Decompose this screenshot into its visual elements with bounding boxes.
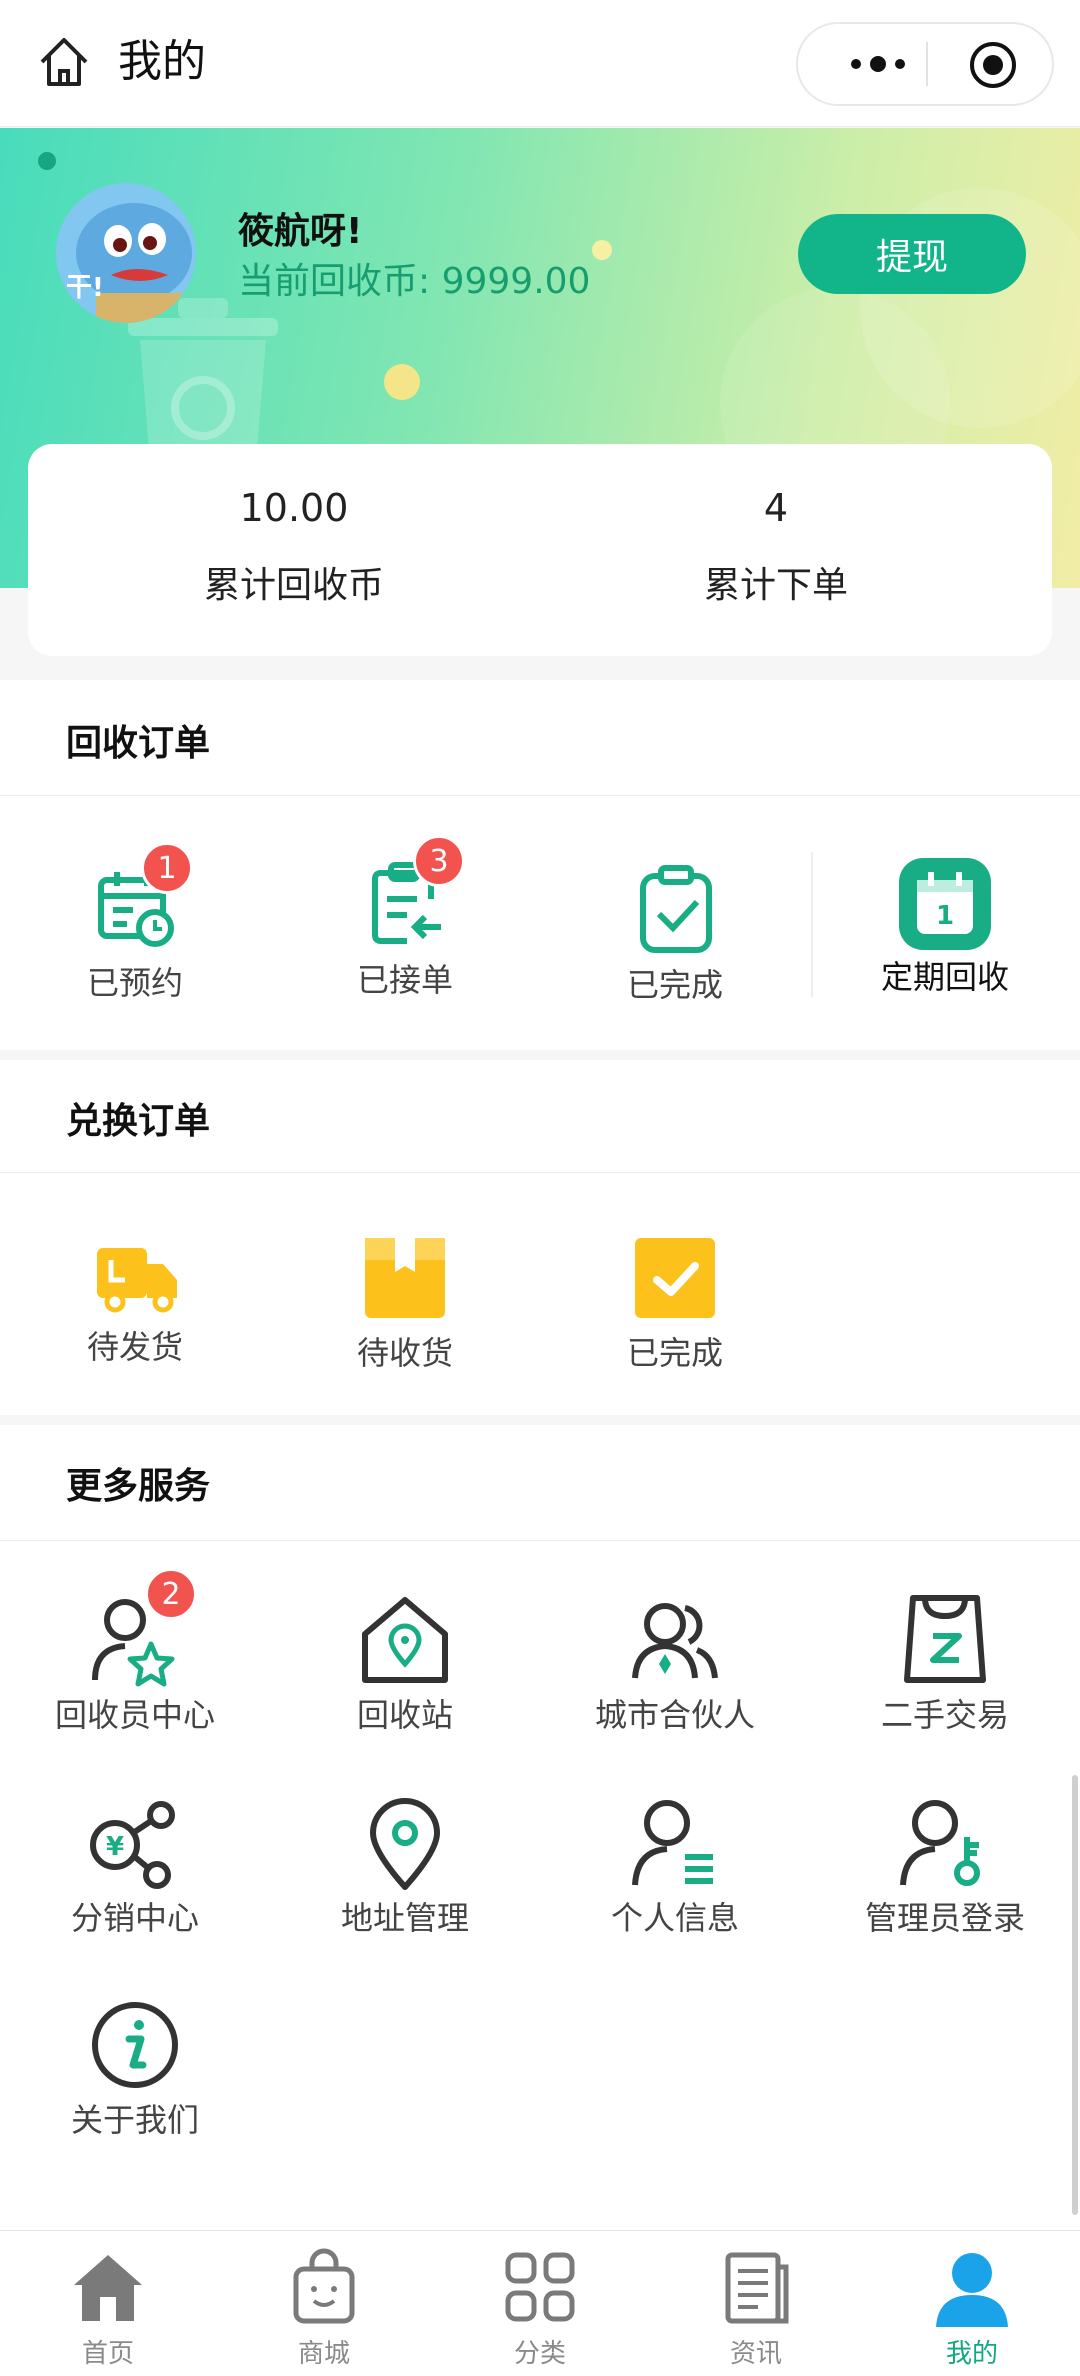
tab-label: 首页 (81, 2339, 134, 2369)
service-about-us[interactable]: 关于我们 (0, 1995, 270, 2141)
user-key-icon (900, 1800, 980, 1886)
tile-label: 定期回收 (880, 958, 1009, 996)
info-icon (92, 2002, 178, 2088)
service-admin-login[interactable]: 管理员登录 (810, 1793, 1080, 1939)
service-recycler-center[interactable]: 2 回收员中心 (0, 1568, 270, 1736)
badge: 1 (141, 842, 193, 894)
home-icon[interactable] (36, 34, 92, 90)
exchange-tile-to-ship[interactable]: 待发货 (0, 1230, 270, 1368)
tile-label: 关于我们 (70, 2101, 199, 2139)
truck-icon (97, 1248, 177, 1313)
mini-program-capsule (796, 22, 1054, 106)
tile-label: 回收站 (356, 1696, 453, 1734)
shop-bag-icon (293, 2248, 355, 2324)
avatar[interactable]: 干! (56, 183, 196, 323)
more-services-section: 更多服务 2 回收员中心 回收站 城市合伙人 二手交易 ¥ 分销中心 地址管理 … (0, 1425, 1080, 2230)
stats-card: 10.00 累计回收币 4 累计下单 (28, 444, 1052, 656)
tile-label: 已接单 (356, 961, 453, 999)
clipboard-check-icon (640, 865, 712, 953)
section-title: 更多服务 (66, 1466, 211, 1507)
section-title: 回收订单 (66, 723, 211, 764)
exchange-orders-section: 兑换订单 待发货 待收货 已完成 (0, 1060, 1080, 1415)
top-nav-bar: 我的 (0, 0, 1080, 127)
tile-label: 管理员登录 (864, 1899, 1025, 1937)
user-name: 筱航呀! (238, 211, 363, 252)
current-coins: 当前回收币: 9999.00 (238, 261, 591, 302)
recycle-orders-section: 回收订单 1 已预约 3 已接单 已完成 1 定期回收 (0, 680, 1080, 1050)
shopping-bag-icon (904, 1595, 986, 1683)
service-personal-info[interactable]: 个人信息 (540, 1793, 810, 1939)
divider (0, 795, 1080, 796)
tile-label: 待发货 (86, 1328, 183, 1366)
order-tile-scheduled[interactable]: 1 定期回收 (810, 852, 1080, 998)
capsule-separator (926, 42, 928, 86)
bottom-tab-bar: 首页 商城 分类 资讯 我的 (0, 2230, 1080, 2376)
service-second-hand[interactable]: 二手交易 (810, 1590, 1080, 1736)
avatar-caption: 干! (66, 273, 104, 303)
stat-value: 4 (763, 486, 789, 530)
order-tile-accepted[interactable]: 3 已接单 (270, 835, 540, 1001)
check-square-icon (635, 1238, 715, 1318)
tile-label: 城市合伙人 (594, 1696, 755, 1734)
order-tile-booked[interactable]: 1 已预约 (0, 842, 270, 1004)
tab-label: 分类 (513, 2339, 566, 2369)
stat-value: 10.00 (239, 486, 349, 530)
tile-label: 回收员中心 (54, 1696, 215, 1734)
order-tile-completed[interactable]: 已完成 (540, 860, 810, 1006)
vertical-divider (811, 852, 813, 997)
scrollbar[interactable] (1072, 1775, 1078, 2215)
package-icon (365, 1238, 445, 1318)
tile-label: 分销中心 (70, 1899, 199, 1937)
calendar-day-icon: 1 (899, 858, 991, 950)
tile-label: 待收货 (356, 1334, 453, 1372)
svg-text:¥: ¥ (106, 1832, 124, 1862)
stat-total-coins[interactable]: 10.00 累计回收币 (114, 444, 474, 608)
tab-label: 我的 (945, 2339, 998, 2369)
tile-label: 已完成 (626, 966, 723, 1004)
stat-label: 累计下单 (703, 565, 848, 606)
section-title: 兑换订单 (66, 1101, 211, 1142)
home-tab-icon (74, 2255, 142, 2321)
exchange-tile-to-receive[interactable]: 待收货 (270, 1228, 540, 1374)
record-target-icon[interactable] (968, 40, 1018, 90)
tile-label: 地址管理 (340, 1899, 469, 1937)
exchange-tile-completed[interactable]: 已完成 (540, 1228, 810, 1374)
stat-total-orders[interactable]: 4 累计下单 (596, 444, 956, 608)
tab-shop[interactable]: 商城 (216, 2231, 432, 2376)
page-title: 我的 (118, 36, 206, 87)
users-icon (632, 1603, 718, 1679)
service-distribution-center[interactable]: ¥ 分销中心 (0, 1793, 270, 1939)
location-pin-icon (370, 1798, 440, 1890)
house-location-icon (362, 1597, 448, 1683)
tab-label: 商城 (297, 2339, 350, 2369)
withdraw-button[interactable]: 提现 (798, 214, 1026, 294)
user-list-icon (632, 1800, 713, 1886)
yen-share-icon: ¥ (90, 1801, 175, 1889)
tile-label: 已完成 (626, 1334, 723, 1372)
divider (0, 1540, 1080, 1541)
tile-label: 个人信息 (610, 1899, 739, 1937)
badge: 3 (413, 835, 465, 887)
tab-mine[interactable]: 我的 (864, 2231, 1080, 2376)
tile-label: 二手交易 (880, 1696, 1009, 1734)
divider (0, 1172, 1080, 1173)
service-city-partner[interactable]: 城市合伙人 (540, 1590, 810, 1736)
tab-category[interactable]: 分类 (432, 2231, 648, 2376)
tab-home[interactable]: 首页 (0, 2231, 216, 2376)
grid-icon (505, 2252, 575, 2322)
service-address-management[interactable]: 地址管理 (270, 1793, 540, 1939)
svg-text:1: 1 (936, 901, 954, 931)
badge: 2 (145, 1568, 197, 1620)
stat-label: 累计回收币 (203, 565, 384, 606)
tile-label: 已预约 (86, 964, 183, 1002)
more-dots-icon[interactable] (834, 24, 922, 104)
news-icon (725, 2252, 789, 2324)
person-icon (936, 2253, 1008, 2327)
tab-label: 资讯 (729, 2339, 782, 2369)
service-recycle-station[interactable]: 回收站 (270, 1590, 540, 1736)
tab-news[interactable]: 资讯 (648, 2231, 864, 2376)
